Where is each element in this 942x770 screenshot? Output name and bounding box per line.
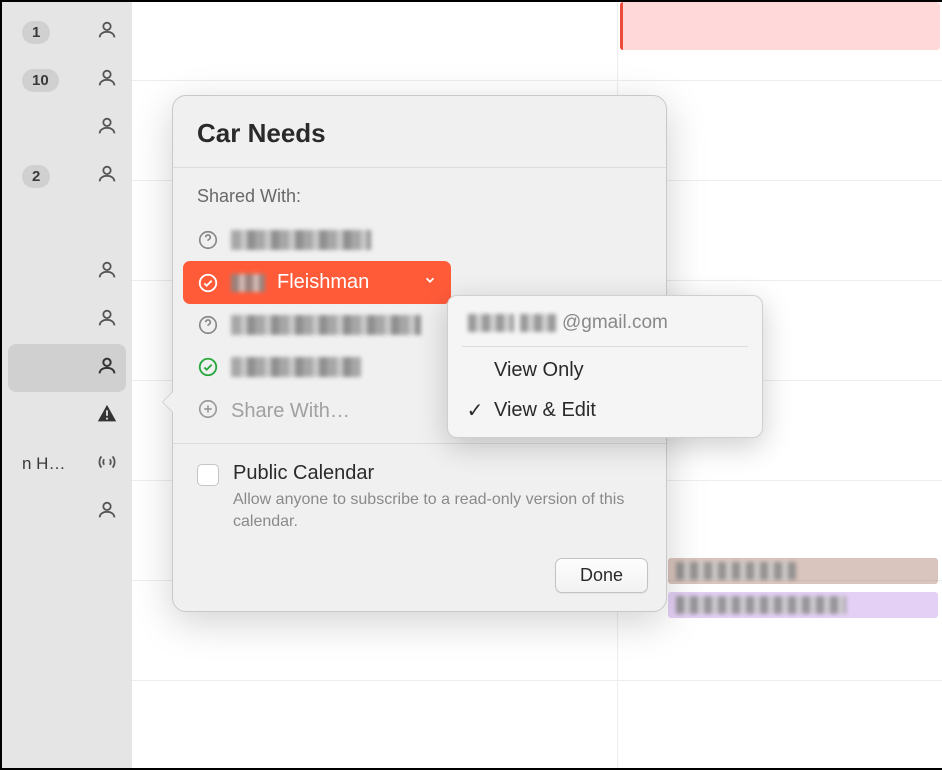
sharee-name-redacted-prefix [231,274,265,292]
person-icon [96,259,118,286]
check-icon: ✓ [466,398,484,423]
count-badge: 10 [22,69,59,92]
shared-with-label: Shared With: [173,168,666,215]
person-icon [96,163,118,190]
email-redacted [520,314,556,332]
menu-email-header: @gmail.com [448,302,762,342]
sidebar: 1 10 2 [2,2,132,768]
sidebar-item[interactable]: n H… [2,440,132,488]
sidebar-item-selected[interactable] [8,344,126,392]
sidebar-item[interactable] [2,392,132,440]
public-calendar-label: Public Calendar [233,462,633,485]
email-domain: @gmail.com [562,312,668,334]
calendar-event[interactable] [668,592,938,618]
sharee-name-redacted [231,230,371,250]
menu-item-view-only[interactable]: View Only [448,351,762,390]
person-icon [96,19,118,46]
sidebar-item[interactable] [2,248,132,296]
sharee-row-selected[interactable]: Fleishman [183,261,451,304]
menu-divider [462,346,748,347]
person-icon [96,67,118,94]
popover-footer: Done [173,550,666,611]
calendar-event[interactable] [668,558,938,584]
menu-item-view-edit[interactable]: ✓ View & Edit [448,390,762,431]
question-icon [197,229,219,251]
sidebar-item[interactable] [2,488,132,536]
popover-title: Car Needs [173,96,666,167]
count-badge: 2 [22,165,50,188]
sidebar-item[interactable]: 2 [2,152,132,200]
sidebar-item-empty [2,200,132,248]
plus-circle-icon [197,398,219,425]
check-circle-icon [197,356,219,378]
sidebar-item-label: n H… [22,454,65,474]
sidebar-item[interactable]: 1 [2,8,132,56]
sidebar-item[interactable] [2,296,132,344]
calendar-event[interactable] [620,2,940,50]
check-circle-icon [197,272,219,294]
public-calendar-description: Allow anyone to subscribe to a read-only… [233,489,633,532]
sharee-name-redacted [231,357,361,377]
person-icon [96,355,118,382]
warning-icon [96,403,118,430]
permission-menu: @gmail.com View Only ✓ View & Edit [447,295,763,438]
sharee-name-redacted [231,315,421,335]
person-icon [96,115,118,142]
share-with-placeholder: Share With… [231,400,350,423]
person-icon [96,307,118,334]
sharee-row[interactable] [173,219,666,261]
email-redacted [468,314,514,332]
broadcast-icon [96,451,118,478]
question-icon [197,314,219,336]
public-calendar-checkbox[interactable] [197,464,219,486]
chevron-down-icon [423,273,437,292]
menu-item-label: View Only [494,359,584,382]
sidebar-item[interactable]: 10 [2,56,132,104]
person-icon [96,499,118,526]
public-calendar-section: Public Calendar Allow anyone to subscrib… [173,444,666,550]
sidebar-item[interactable] [2,104,132,152]
done-button[interactable]: Done [555,558,648,593]
menu-item-label: View & Edit [494,399,596,422]
sharee-name: Fleishman [277,271,369,294]
count-badge: 1 [22,21,50,44]
